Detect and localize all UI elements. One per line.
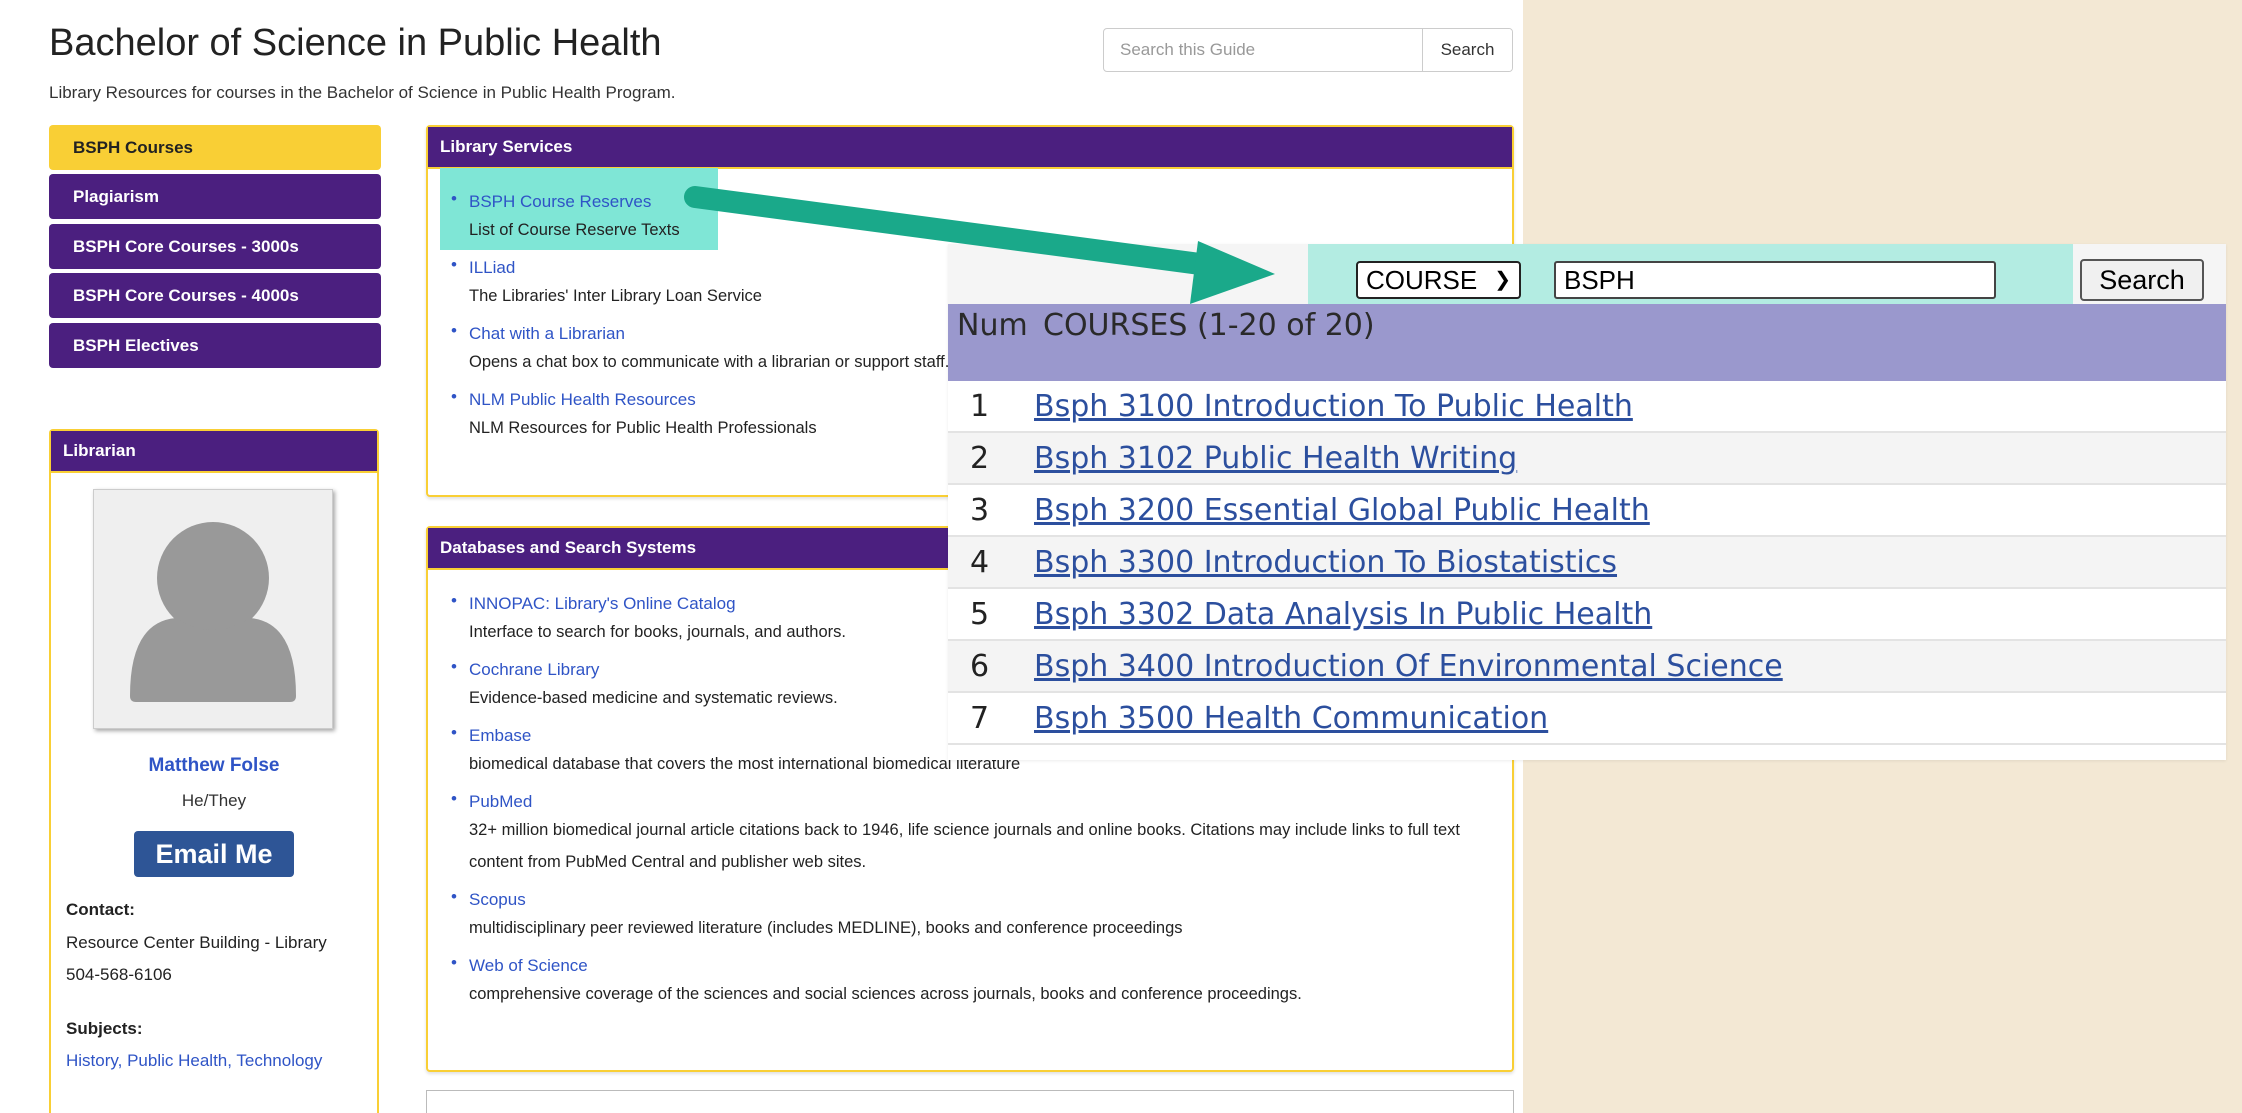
results-header: Num COURSES (1-20 of 20) — [948, 304, 2226, 381]
row-number: 6 — [970, 649, 990, 684]
course-link[interactable]: Bsph 3300 Introduction To Biostatistics — [1034, 537, 1617, 589]
course-link[interactable]: Bsph 3100 Introduction To Public Health — [1034, 381, 1633, 433]
resource-description: comprehensive coverage of the sciences a… — [469, 985, 1302, 1003]
email-me-button[interactable]: Email Me — [134, 831, 294, 877]
librarian-box: Librarian Matthew Folse He/They Email Me… — [49, 429, 379, 1113]
person-icon — [94, 490, 332, 728]
resource-description: List of Course Reserve Texts — [469, 221, 680, 239]
row-number: 3 — [970, 493, 990, 528]
scopus-link[interactable]: Scopus — [469, 888, 1499, 912]
resource-description: multidisciplinary peer reviewed literatu… — [469, 919, 1183, 937]
librarian-name[interactable]: Matthew Folse — [51, 755, 377, 777]
row-number: 5 — [970, 597, 990, 632]
table-row: 1 Bsph 3100 Introduction To Public Healt… — [948, 381, 2226, 433]
num-column-header: Num — [957, 308, 1028, 343]
contact-label: Contact: — [66, 900, 135, 919]
course-search-input[interactable]: BSPH — [1554, 261, 1996, 299]
guide-search-input[interactable] — [1104, 29, 1424, 71]
nav-item-core-3000s[interactable]: BSPH Core Courses - 3000s — [49, 224, 381, 269]
courses-column-header: COURSES (1-20 of 20) — [1043, 308, 1375, 343]
table-row: 7 Bsph 3500 Health Communication — [948, 693, 2226, 745]
list-item: • Scopus multidisciplinary peer reviewed… — [447, 887, 1499, 944]
list-item: • Web of Science comprehensive coverage … — [447, 953, 1499, 1010]
course-link[interactable]: Bsph 3400 Introduction Of Environmental … — [1034, 641, 1783, 693]
resource-description: 32+ million biomedical journal article c… — [469, 821, 1460, 871]
list-item: • BSPH Course Reserves List of Course Re… — [447, 189, 1499, 246]
page-title: Bachelor of Science in Public Health — [49, 22, 662, 64]
table-row: 2 Bsph 3102 Public Health Writing — [948, 433, 2226, 485]
guide-search-box: Search — [1103, 28, 1513, 72]
row-number: 1 — [970, 389, 990, 424]
course-link[interactable]: Bsph 3102 Public Health Writing — [1034, 433, 1517, 485]
chevron-down-icon: ❯ — [1494, 269, 1511, 291]
page-description: Library Resources for courses in the Bac… — [49, 83, 676, 102]
table-row: 5 Bsph 3302 Data Analysis In Public Heal… — [948, 589, 2226, 641]
course-search-button[interactable]: Search — [2080, 259, 2204, 301]
library-services-header: Library Services — [428, 127, 1512, 169]
next-box-edge — [426, 1090, 1514, 1113]
course-results-panel: COURSE ❯ BSPH Search Num COURSES (1-20 o… — [948, 244, 2226, 760]
list-item: • PubMed 32+ million biomedical journal … — [447, 789, 1499, 878]
course-link[interactable]: Bsph 3200 Essential Global Public Health — [1034, 485, 1650, 537]
course-link[interactable]: Bsph 3500 Health Communication — [1034, 693, 1548, 745]
avatar — [93, 489, 333, 729]
row-number: 2 — [970, 441, 990, 476]
librarian-box-header: Librarian — [51, 431, 377, 473]
course-link[interactable]: Bsph 3302 Data Analysis In Public Health — [1034, 589, 1652, 641]
nav-item-plagiarism[interactable]: Plagiarism — [49, 174, 381, 219]
librarian-pronouns: He/They — [181, 791, 247, 810]
search-type-value: COURSE — [1366, 265, 1478, 295]
row-number: 7 — [970, 701, 990, 736]
search-type-select[interactable]: COURSE ❯ — [1356, 261, 1521, 299]
subjects-links[interactable]: History, Public Health, Technology — [66, 1051, 322, 1071]
table-row: 4 Bsph 3300 Introduction To Biostatistic… — [948, 537, 2226, 589]
nav-item-bsph-courses[interactable]: BSPH Courses — [49, 125, 381, 170]
pubmed-link[interactable]: PubMed — [469, 790, 1499, 814]
nav-item-core-4000s[interactable]: BSPH Core Courses - 4000s — [49, 273, 381, 318]
contact-phone: 504-568-6106 — [66, 965, 172, 984]
row-number: 4 — [970, 545, 990, 580]
nav-item-electives[interactable]: BSPH Electives — [49, 323, 381, 368]
table-row: 3 Bsph 3200 Essential Global Public Heal… — [948, 485, 2226, 537]
web-of-science-link[interactable]: Web of Science — [469, 954, 1499, 978]
subjects-label: Subjects: — [66, 1019, 143, 1038]
guide-search-button[interactable]: Search — [1422, 29, 1512, 71]
table-row: 6 Bsph 3400 Introduction Of Environmenta… — [948, 641, 2226, 693]
contact-address: Resource Center Building - Library — [66, 933, 327, 952]
course-reserves-link[interactable]: BSPH Course Reserves — [469, 190, 1499, 214]
